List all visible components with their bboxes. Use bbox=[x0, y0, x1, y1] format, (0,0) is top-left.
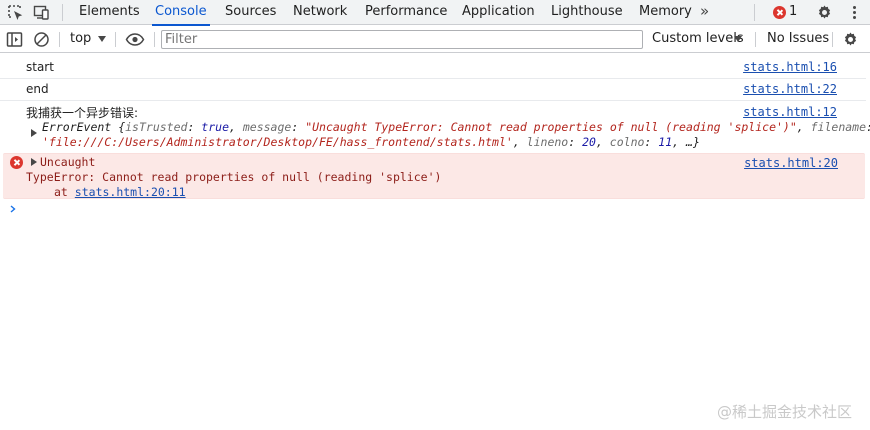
clear-console-icon[interactable] bbox=[33, 31, 50, 48]
console-message: end stats.html:22 bbox=[0, 79, 866, 101]
chevron-right-icon[interactable] bbox=[9, 205, 17, 213]
console-message: start stats.html:16 bbox=[0, 57, 866, 79]
source-link[interactable]: stats.html:16 bbox=[743, 60, 837, 74]
prop-value: true bbox=[201, 120, 229, 134]
toolbar-divider bbox=[115, 32, 116, 47]
sidebar-toggle-icon[interactable] bbox=[6, 31, 23, 48]
prop-value: 'file:///C:/Users/Administrator/Desktop/… bbox=[42, 135, 513, 149]
log-levels-dropdown[interactable]: Custom levels bbox=[652, 26, 744, 53]
chevron-down-icon[interactable] bbox=[734, 36, 742, 42]
prop-key: colno bbox=[609, 135, 645, 149]
stack-frame: at stats.html:20:11 bbox=[54, 185, 186, 199]
error-event-object-cont: 'file:///C:/Users/Administrator/Desktop/… bbox=[42, 135, 700, 149]
console-toolbar: top Custom levels No Issues bbox=[0, 26, 870, 53]
device-toolbar-icon[interactable] bbox=[33, 4, 50, 21]
prop-value: 11 bbox=[658, 135, 673, 149]
gear-icon[interactable] bbox=[816, 4, 833, 21]
stack-at: at bbox=[54, 185, 68, 199]
prop-value: 20 bbox=[582, 135, 596, 149]
console-settings-gear-icon[interactable] bbox=[842, 31, 859, 48]
prop-value: "Uncaught TypeError: Cannot read propert… bbox=[305, 120, 797, 134]
more-vert-icon[interactable] bbox=[846, 4, 863, 21]
tab-elements[interactable]: Elements bbox=[79, 0, 140, 25]
object-type: ErrorEvent bbox=[42, 120, 112, 134]
issues-button[interactable]: No Issues bbox=[767, 26, 829, 53]
prop-key: message bbox=[242, 120, 292, 134]
watermark: @稀土掘金技术社区 bbox=[716, 403, 852, 421]
inspect-element-icon[interactable] bbox=[7, 4, 24, 21]
error-count[interactable]: 1 bbox=[789, 0, 797, 24]
prop-key: filename bbox=[810, 120, 867, 134]
source-link[interactable]: stats.html:20 bbox=[744, 156, 838, 170]
chevron-down-icon[interactable] bbox=[98, 36, 106, 42]
error-badge-icon[interactable] bbox=[773, 6, 786, 19]
tab-memory[interactable]: Memory bbox=[639, 0, 692, 25]
toolbar-divider bbox=[755, 32, 756, 47]
toolbar-divider bbox=[154, 32, 155, 47]
log-text: start bbox=[26, 60, 54, 74]
error-icon bbox=[10, 156, 23, 169]
console-error-message: Uncaught stats.html:20 TypeError: Cannot… bbox=[3, 153, 865, 199]
stack-frame-link[interactable]: stats.html:20:11 bbox=[75, 185, 186, 199]
tab-network[interactable]: Network bbox=[293, 0, 347, 25]
live-expression-icon[interactable] bbox=[125, 31, 145, 48]
source-link[interactable]: stats.html:12 bbox=[743, 105, 837, 119]
ellipsis: … bbox=[686, 135, 693, 149]
toolbar-divider bbox=[832, 32, 833, 47]
more-tabs-button[interactable]: » bbox=[700, 0, 709, 25]
tab-bar-divider bbox=[62, 4, 63, 21]
error-title[interactable]: Uncaught bbox=[40, 155, 95, 169]
filter-input[interactable] bbox=[161, 30, 643, 49]
error-event-object[interactable]: ErrorEvent {isTrusted: true, message: "U… bbox=[42, 120, 870, 134]
tab-application[interactable]: Application bbox=[462, 0, 535, 25]
console-message: 我捕获一个异步错误: stats.html:12 ErrorEvent {isT… bbox=[0, 101, 870, 153]
tab-performance[interactable]: Performance bbox=[365, 0, 447, 25]
expand-triangle-icon[interactable] bbox=[31, 158, 37, 166]
prop-key: isTrusted bbox=[125, 120, 188, 134]
log-text: 我捕获一个异步错误: bbox=[26, 106, 139, 120]
expand-triangle-icon[interactable] bbox=[31, 129, 37, 137]
context-selector[interactable]: top bbox=[70, 26, 91, 53]
tab-bar-divider bbox=[754, 4, 755, 21]
tab-console[interactable]: Console bbox=[152, 0, 210, 26]
error-message-text: TypeError: Cannot read properties of nul… bbox=[26, 170, 442, 184]
log-text: end bbox=[26, 82, 49, 96]
toolbar-divider bbox=[59, 32, 60, 47]
source-link[interactable]: stats.html:22 bbox=[743, 82, 837, 96]
tab-sources[interactable]: Sources bbox=[225, 0, 276, 25]
tab-lighthouse[interactable]: Lighthouse bbox=[551, 0, 623, 25]
devtools-tab-bar: Elements Console Sources Network Perform… bbox=[0, 0, 870, 26]
prop-key: lineno bbox=[526, 135, 569, 149]
